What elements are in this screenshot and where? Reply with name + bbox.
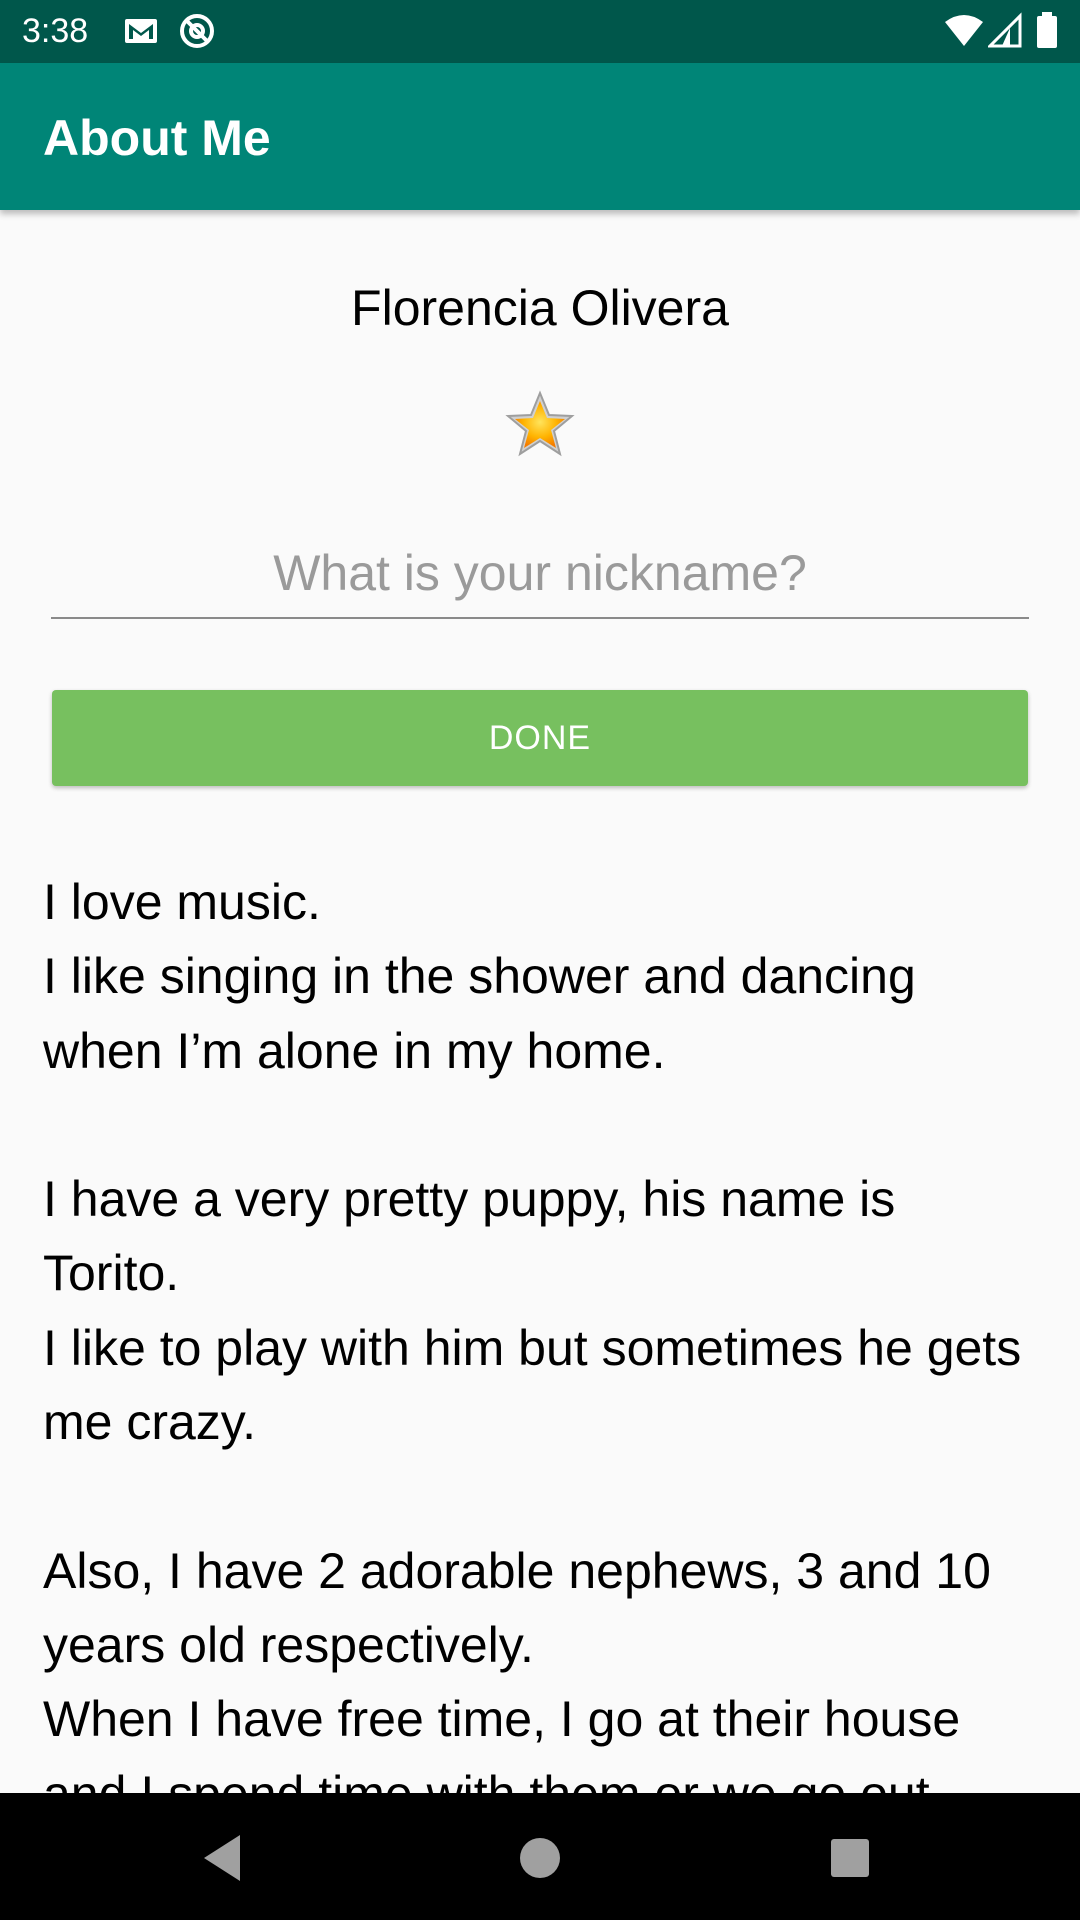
back-icon[interactable] xyxy=(190,1823,260,1893)
scroll-content[interactable]: Florencia Olivera DONE I love music. I l… xyxy=(0,210,1080,1793)
battery-icon xyxy=(1037,12,1057,48)
status-time: 3:38 xyxy=(22,12,89,50)
star-icon xyxy=(505,390,575,457)
gmail-icon xyxy=(125,19,157,43)
recents-icon[interactable] xyxy=(815,1823,885,1893)
bio-text: I love music. I like singing in the show… xyxy=(43,874,1022,1793)
app-bar: About Me xyxy=(0,63,1080,210)
profile-name: Florencia Olivera xyxy=(351,280,729,336)
home-icon[interactable] xyxy=(505,1823,575,1893)
status-bar: 3:38 xyxy=(0,0,1080,63)
at-sign-icon xyxy=(180,14,214,48)
navigation-bar xyxy=(0,1793,1080,1920)
wifi-icon xyxy=(945,15,983,46)
signal-icon xyxy=(988,12,1022,48)
nickname-input[interactable] xyxy=(51,529,1029,619)
app-title: About Me xyxy=(43,110,271,166)
done-button[interactable]: DONE xyxy=(52,690,1028,786)
